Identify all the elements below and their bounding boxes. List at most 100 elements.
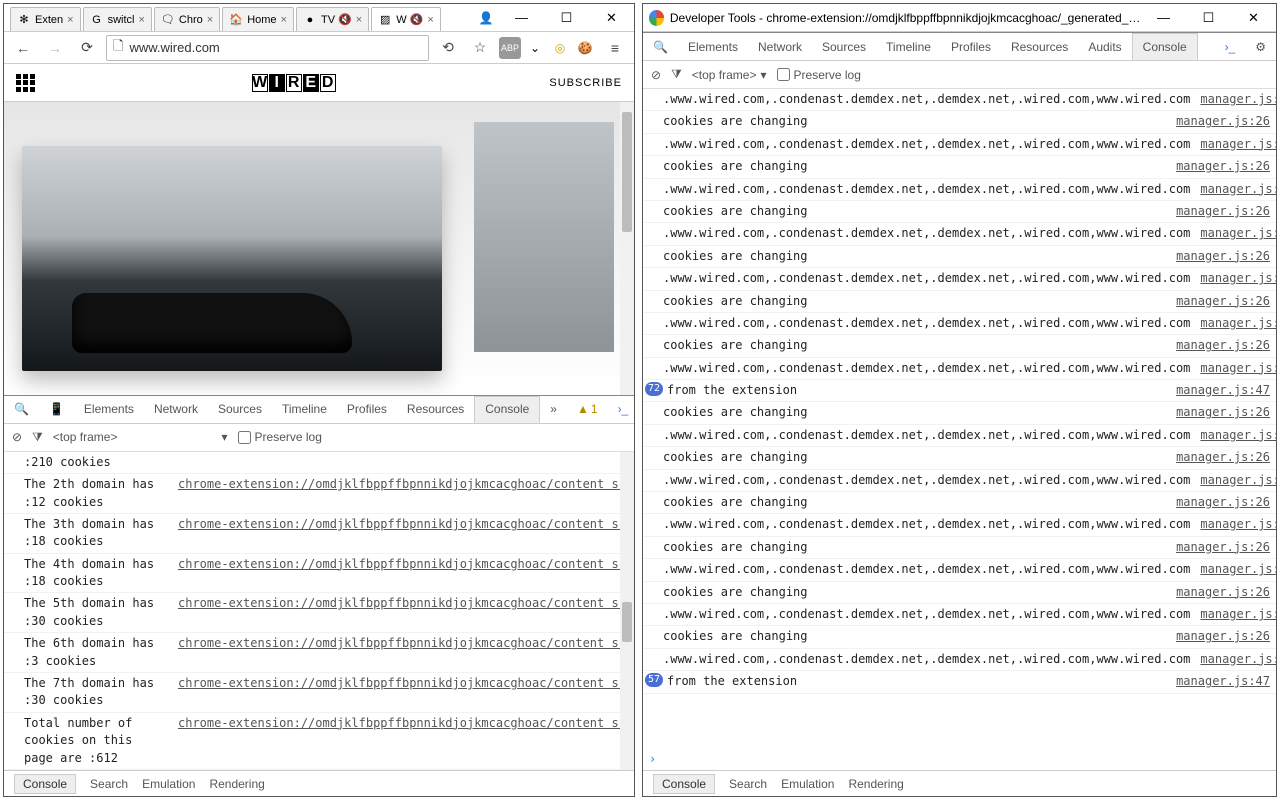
devtools-tab-timeline[interactable]: Timeline <box>876 33 941 60</box>
history-icon[interactable]: ⟲ <box>435 35 461 61</box>
wired-logo[interactable]: WIRED <box>252 74 336 92</box>
drawer-tab-rendering[interactable]: Rendering <box>209 777 264 791</box>
tab-close-icon[interactable]: × <box>138 14 144 26</box>
show-console-icon[interactable]: ›_ <box>608 396 634 423</box>
cookie-icon[interactable]: 🍪 <box>574 37 596 59</box>
tab-close-icon[interactable]: × <box>281 14 287 26</box>
drawer-tab-emulation[interactable]: Emulation <box>142 777 195 791</box>
console-source-link[interactable]: manager.js:26 <box>1166 628 1270 645</box>
tab-close-icon[interactable]: × <box>356 14 362 26</box>
console-source-link[interactable]: manager.js:42 <box>1190 360 1276 377</box>
devtools-tab-network[interactable]: Network <box>748 33 812 60</box>
maximize-button[interactable]: ☐ <box>1186 4 1231 31</box>
console-source-link[interactable]: manager.js:26 <box>1166 404 1270 421</box>
clear-console-icon[interactable]: ⊘ <box>651 68 661 82</box>
console-source-link[interactable]: manager.js:26 <box>1166 449 1270 466</box>
filter-icon[interactable]: ⧩ <box>671 67 682 82</box>
inspect-icon[interactable]: 🔍 <box>643 33 678 60</box>
console-source-link[interactable]: manager.js:26 <box>1166 494 1270 511</box>
drawer-tab-console[interactable]: Console <box>653 774 715 794</box>
console-source-link[interactable]: manager.js:26 <box>1166 113 1270 130</box>
coin-icon[interactable]: ◎ <box>549 37 571 59</box>
devtools-tab-elements[interactable]: Elements <box>74 396 144 423</box>
console-source-link[interactable]: chrome-extension://omdjklfbppffbpnnikdjo… <box>168 556 628 591</box>
devtools-tab-profiles[interactable]: Profiles <box>337 396 397 423</box>
forward-button[interactable]: → <box>42 35 68 61</box>
close-button[interactable]: ✕ <box>589 4 634 31</box>
close-button[interactable]: ✕ <box>1231 4 1276 31</box>
console-source-link[interactable]: manager.js:26 <box>1166 293 1270 310</box>
console-scrollbar[interactable] <box>620 452 634 770</box>
console-source-link[interactable]: manager.js:47 <box>1166 673 1270 690</box>
devtools-tab-timeline[interactable]: Timeline <box>272 396 337 423</box>
console-source-link[interactable]: chrome-extension://omdjklfbppffbpnnikdjo… <box>168 675 628 710</box>
url-input[interactable]: 🗋 www.wired.com <box>106 35 429 61</box>
tab-close-icon[interactable]: × <box>67 14 73 26</box>
tab-close-icon[interactable]: × <box>427 14 433 26</box>
console-source-link[interactable]: manager.js:42 <box>1190 181 1276 198</box>
console-source-link[interactable]: manager.js:42 <box>1190 315 1276 332</box>
browser-tab[interactable]: ✻Exten× <box>10 7 81 31</box>
devtools-tab-network[interactable]: Network <box>144 396 208 423</box>
console-source-link[interactable]: manager.js:42 <box>1190 427 1276 444</box>
maximize-button[interactable]: ☐ <box>544 4 589 31</box>
devtools-tab-audits[interactable]: Audits <box>1078 33 1131 60</box>
console-source-link[interactable]: manager.js:42 <box>1190 516 1276 533</box>
browser-tab[interactable]: 🗨Chro× <box>154 7 220 31</box>
tabs-overflow[interactable]: » <box>540 396 567 423</box>
back-button[interactable]: ← <box>10 35 36 61</box>
preserve-log-checkbox[interactable]: Preserve log <box>777 68 861 82</box>
frame-select[interactable]: <top frame> ▾ <box>692 68 767 82</box>
drawer-tab-emulation[interactable]: Emulation <box>781 777 834 791</box>
warnings-badge[interactable]: ▲1 <box>567 396 608 423</box>
account-icon[interactable]: 👤 <box>473 4 499 31</box>
console-source-link[interactable]: manager.js:26 <box>1166 158 1270 175</box>
drawer-tab-search[interactable]: Search <box>729 777 767 791</box>
console-source-link[interactable]: chrome-extension://omdjklfbppffbpnnikdjo… <box>168 715 628 767</box>
console-source-link[interactable]: manager.js:42 <box>1190 136 1276 153</box>
tab-close-icon[interactable]: × <box>207 14 213 26</box>
devtools-tab-profiles[interactable]: Profiles <box>941 33 1001 60</box>
preserve-log-checkbox[interactable]: Preserve log <box>238 430 322 444</box>
drawer-tab-search[interactable]: Search <box>90 777 128 791</box>
menu-icon[interactable]: ≡ <box>602 35 628 61</box>
reload-button[interactable]: ⟳ <box>74 35 100 61</box>
menu-grid-icon[interactable] <box>16 74 38 92</box>
console-source-link[interactable]: manager.js:42 <box>1190 472 1276 489</box>
devtools-tab-elements[interactable]: Elements <box>678 33 748 60</box>
console-source-link[interactable]: manager.js:42 <box>1190 651 1276 668</box>
minimize-button[interactable]: — <box>1141 4 1186 31</box>
console-output[interactable]: :210 cookiesThe 2th domain has :12 cooki… <box>4 452 634 770</box>
console-source-link[interactable]: manager.js:26 <box>1166 248 1270 265</box>
drawer-tab-rendering[interactable]: Rendering <box>848 777 903 791</box>
browser-tab[interactable]: 🏠Home× <box>222 7 294 31</box>
device-icon[interactable]: 📱 <box>39 396 74 423</box>
devtools-tab-console[interactable]: Console <box>474 396 540 423</box>
console-source-link[interactable]: manager.js:26 <box>1166 203 1270 220</box>
minimize-button[interactable]: — <box>499 4 544 31</box>
devtools-tab-sources[interactable]: Sources <box>208 396 272 423</box>
abp-icon[interactable]: ABP <box>499 37 521 59</box>
devtools-tab-sources[interactable]: Sources <box>812 33 876 60</box>
show-console-icon[interactable]: ›_ <box>1215 33 1246 60</box>
frame-select[interactable]: <top frame> ▾ <box>53 430 228 444</box>
browser-tab[interactable]: ●TV 🔇× <box>296 7 369 31</box>
browser-tab[interactable]: ▨W 🔇× <box>371 7 441 31</box>
settings-gear-icon[interactable]: ⚙ <box>1245 33 1276 60</box>
page-scrollbar[interactable] <box>620 102 634 395</box>
subscribe-link[interactable]: SUBSCRIBE <box>549 77 622 89</box>
console-source-link[interactable]: manager.js:26 <box>1166 584 1270 601</box>
console-source-link[interactable]: manager.js:42 <box>1190 270 1276 287</box>
pocket-icon[interactable]: ⌄ <box>524 37 546 59</box>
console-source-link[interactable]: chrome-extension://omdjklfbppffbpnnikdjo… <box>168 635 628 670</box>
console-source-link[interactable]: manager.js:42 <box>1190 91 1276 108</box>
console-source-link[interactable]: manager.js:42 <box>1190 606 1276 623</box>
console-source-link[interactable]: manager.js:47 <box>1166 382 1270 399</box>
devtools-tab-console[interactable]: Console <box>1132 33 1198 60</box>
devtools-tab-resources[interactable]: Resources <box>1001 33 1078 60</box>
console-source-link[interactable]: manager.js:42 <box>1190 225 1276 242</box>
inspect-icon[interactable]: 🔍 <box>4 396 39 423</box>
clear-console-icon[interactable]: ⊘ <box>12 430 22 444</box>
console-source-link[interactable]: chrome-extension://omdjklfbppffbpnnikdjo… <box>168 595 628 630</box>
drawer-tab-console[interactable]: Console <box>14 774 76 794</box>
